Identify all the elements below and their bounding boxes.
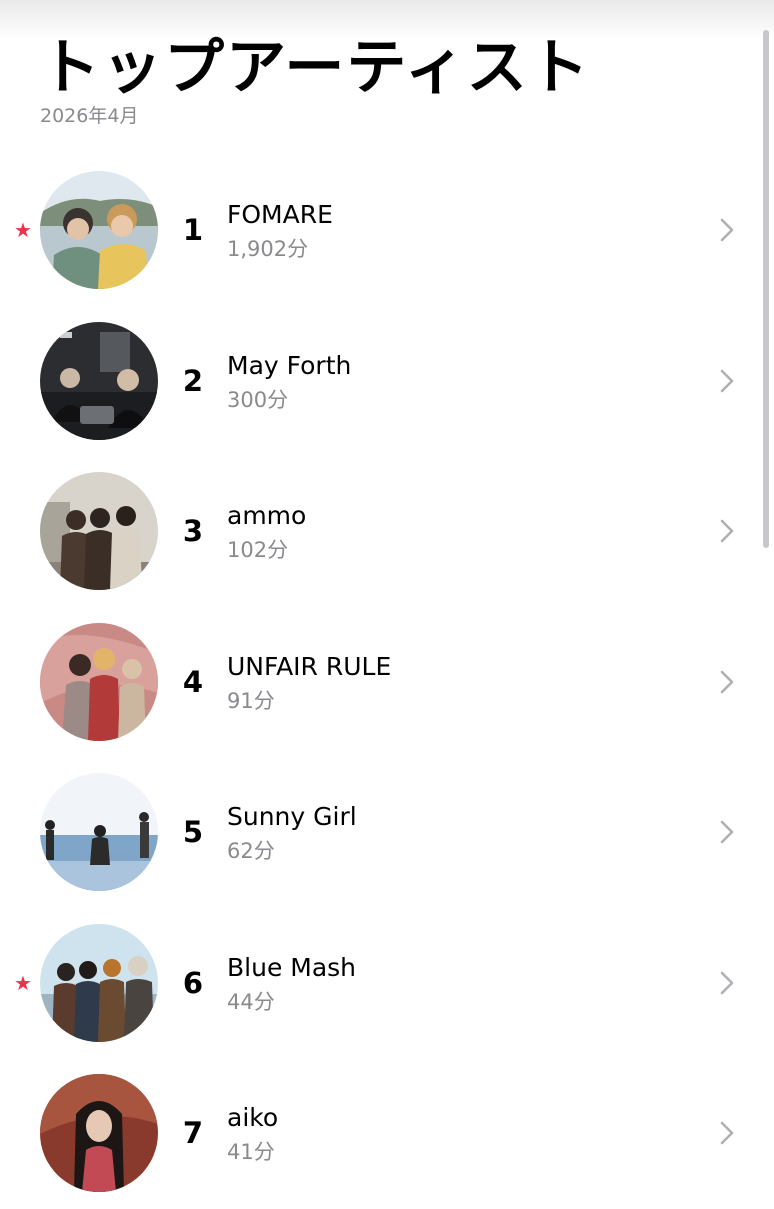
page-title: トップアーティスト (40, 33, 591, 103)
rank-number: 3 (182, 514, 204, 548)
artist-name: Blue Mash (227, 952, 357, 982)
artist-list: ★ 1 FOMARE 1,902分 2 May Forth 300分 3 amm… (0, 155, 774, 1209)
listening-minutes: 62分 (227, 839, 275, 863)
listening-minutes: 300分 (227, 387, 289, 412)
artist-row[interactable]: 7 aiko 41分 (0, 1058, 774, 1209)
artist-row[interactable]: 3 ammo 102分 (0, 456, 774, 607)
rank-number: 2 (182, 363, 204, 398)
artist-avatar (40, 923, 158, 1042)
rank-number: 1 (182, 213, 204, 247)
favorite-star-icon: ★ (14, 218, 32, 242)
rank-number: 7 (182, 1116, 204, 1150)
artist-row[interactable]: 5 Sunny Girl 62分 (0, 757, 774, 908)
listening-minutes: 1,902分 (227, 237, 309, 261)
chevron-right-icon (712, 1118, 742, 1148)
artist-row[interactable]: 2 May Forth 300分 (0, 306, 774, 457)
listening-minutes: 41分 (227, 1140, 275, 1164)
artist-avatar (40, 1074, 158, 1192)
artist-avatar (40, 321, 158, 440)
chevron-right-icon (712, 667, 742, 697)
rank-number: 6 (182, 965, 204, 1000)
artist-name: aiko (227, 1103, 279, 1132)
artist-name: Sunny Girl (227, 802, 357, 831)
chevron-right-icon (712, 817, 742, 847)
artist-row[interactable]: ★ 6 Blue Mash 44分 (0, 908, 774, 1059)
rank-number: 5 (182, 815, 204, 849)
chevron-right-icon (712, 215, 742, 245)
artist-name: FOMARE (227, 200, 333, 229)
artist-avatar (40, 773, 158, 891)
artist-name: ammo (227, 501, 307, 530)
chevron-right-icon (712, 366, 742, 396)
artist-name: May Forth (227, 350, 352, 380)
listening-minutes: 44分 (227, 989, 275, 1014)
chevron-right-icon (712, 968, 742, 998)
listening-minutes: 102分 (227, 538, 289, 562)
artist-row[interactable]: ★ 1 FOMARE 1,902分 (0, 155, 774, 306)
artist-name: UNFAIR RULE (227, 651, 392, 681)
rank-number: 4 (182, 664, 204, 699)
artist-avatar (40, 472, 158, 590)
page-subtitle: 2026年4月 (40, 105, 139, 127)
artist-avatar (40, 171, 158, 289)
artist-row[interactable]: 4 UNFAIR RULE 91分 (0, 607, 774, 758)
favorite-star-icon: ★ (14, 970, 32, 995)
chevron-right-icon (712, 516, 742, 546)
artist-avatar (40, 622, 158, 741)
listening-minutes: 91分 (227, 688, 275, 713)
